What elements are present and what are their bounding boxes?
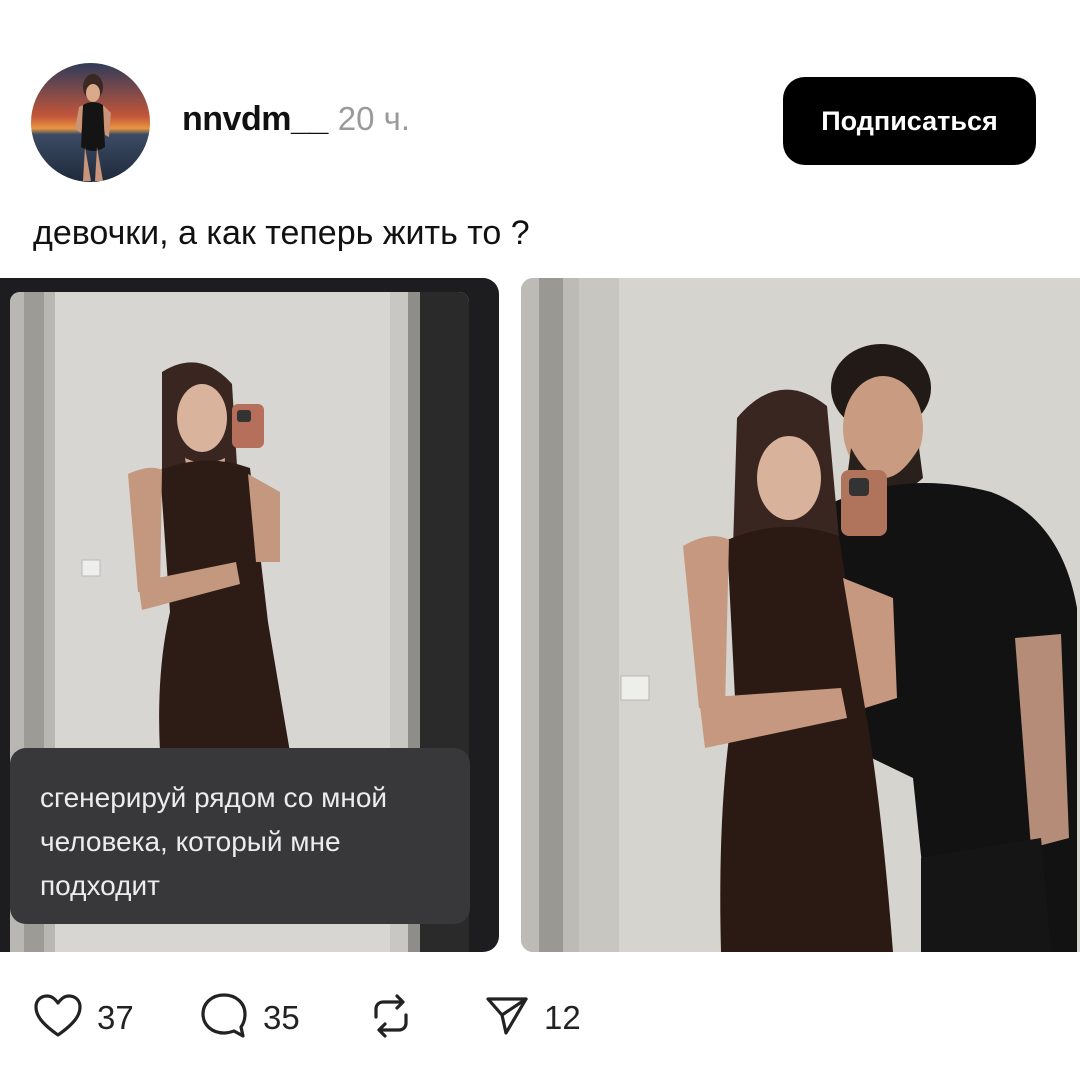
comment-button[interactable]: 35: [199, 990, 300, 1046]
repost-button[interactable]: [366, 990, 416, 1046]
prompt-text: сгенерируй рядом со мной человека, котор…: [40, 782, 388, 901]
follow-button[interactable]: Подписаться: [783, 77, 1036, 165]
avatar[interactable]: [31, 63, 150, 182]
comment-icon: [199, 991, 249, 1046]
send-icon: [484, 993, 530, 1044]
username[interactable]: nnvdm__: [182, 100, 328, 139]
repost-icon: [366, 991, 416, 1046]
media-left-panel[interactable]: сгенерируй рядом со мной человека, котор…: [0, 278, 499, 952]
prompt-bubble: сгенерируй рядом со мной человека, котор…: [10, 748, 470, 924]
post-caption: девочки, а как теперь жить то ?: [33, 214, 530, 252]
like-button[interactable]: 37: [33, 990, 134, 1046]
comment-count: 35: [263, 999, 300, 1036]
author-line: nnvdm__ 20 ч.: [182, 100, 410, 139]
generated-photo[interactable]: [521, 278, 1080, 952]
action-bar: 37 35 12: [0, 990, 1080, 1050]
heart-icon: [33, 993, 83, 1044]
share-button[interactable]: 12: [484, 990, 581, 1046]
post-header: nnvdm__ 20 ч. Подписаться: [0, 0, 1080, 190]
share-count: 12: [544, 999, 581, 1036]
post-time: 20 ч.: [337, 100, 411, 137]
like-count: 37: [97, 999, 134, 1036]
